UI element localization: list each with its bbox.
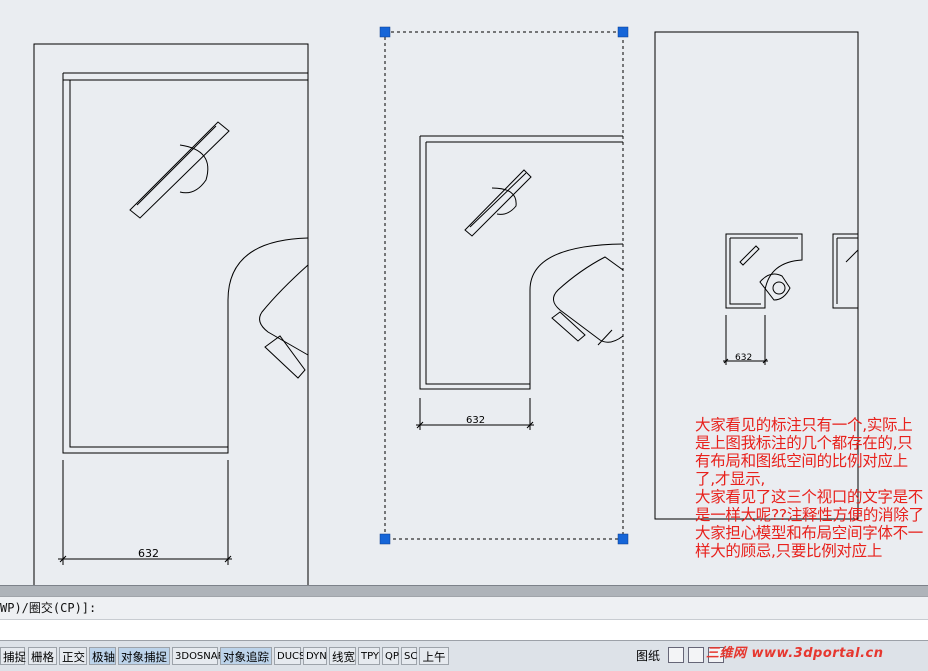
watermark-text: 三维网 www.3dportal.cn — [706, 646, 884, 661]
annotation-text: 大家看见的标注只有一个,实际上是上图我标注的几个都存在的,只有布局和图纸空间的比… — [695, 416, 927, 560]
desk-middle — [419, 135, 624, 390]
toggle-snap[interactable]: 捕捉 — [0, 647, 26, 665]
toggle-otrack[interactable]: 对象追踪 — [220, 647, 272, 665]
toggle-sc[interactable]: SC — [401, 647, 417, 665]
grip-top-left — [379, 26, 391, 38]
drawing-canvas[interactable]: 632 632 632 大家看见的标注只有一个,实际上是上图我标注的几个都存在的… — [0, 0, 928, 585]
dimension-left-text: 632 — [138, 547, 159, 560]
command-history-line: WP)/圈交(CP)]: — [0, 601, 97, 615]
dimension-right-text: 632 — [735, 353, 752, 363]
toggle-ortho[interactable]: 正交 — [59, 647, 87, 665]
toggle-tpy[interactable]: TPY — [358, 647, 380, 665]
toggle-ducs[interactable]: DUCS — [274, 647, 305, 665]
command-input[interactable] — [0, 619, 928, 640]
desk-right — [725, 233, 859, 309]
splitter-bar[interactable] — [0, 585, 928, 596]
viewport-left-frame — [33, 43, 309, 585]
annotation-paragraph-2: 大家看见了这三个视口的文字是不是一样大呢??注释性方便的消除了大家担心模型和布局… — [695, 488, 924, 560]
grip-bottom-right — [617, 533, 629, 545]
desk-left — [62, 72, 309, 454]
toggle-osnap[interactable]: 对象捕捉 — [118, 647, 170, 665]
toggle-grid[interactable]: 栅格 — [28, 647, 57, 665]
toggle-qp[interactable]: QP — [382, 647, 399, 665]
space-indicator[interactable]: 图纸 — [636, 647, 660, 665]
toggle-3dosnap[interactable]: 3DOSNAP — [172, 647, 224, 665]
selection-grips[interactable] — [379, 26, 629, 545]
annotation-paragraph-1: 大家看见的标注只有一个,实际上是上图我标注的几个都存在的,只有布局和图纸空间的比… — [695, 416, 913, 488]
toggle-am[interactable]: 上午 — [419, 647, 449, 665]
layout-icon[interactable] — [688, 647, 704, 663]
grip-bottom-left — [379, 533, 391, 545]
toggle-dyn[interactable]: DYN — [303, 647, 327, 665]
toggle-lineweight[interactable]: 线宽 — [329, 647, 356, 665]
viewport-middle-frame — [384, 31, 624, 540]
dimension-middle-text: 632 — [466, 415, 485, 426]
grip-top-right — [617, 26, 629, 38]
toggle-polar[interactable]: 极轴 — [89, 647, 116, 665]
command-window: WP)/圈交(CP)]: — [0, 596, 928, 641]
model-space-icon[interactable] — [668, 647, 684, 663]
